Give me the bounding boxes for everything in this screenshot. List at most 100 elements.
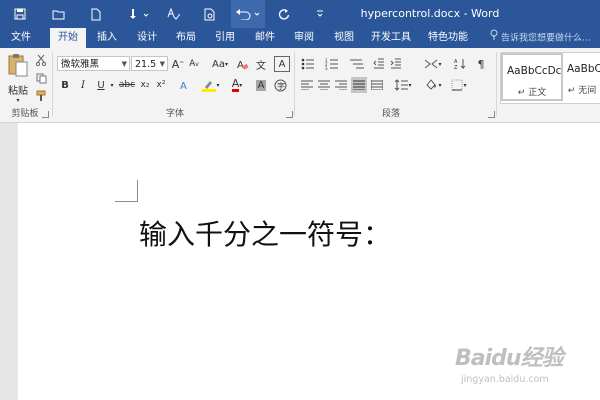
tab-special-features[interactable]: 特色功能 — [423, 28, 473, 48]
superscript-button[interactable]: x² — [154, 77, 168, 93]
chevron-down-icon: ▼ — [121, 60, 127, 68]
tell-me-placeholder: 告诉我您想要做什么... — [501, 33, 591, 44]
ribbon-tabs: 文件 开始 插入 设计 布局 引用 邮件 审阅 视图 开发工具 特色功能 告诉我… — [0, 28, 600, 48]
baidu-watermark: Baidu经验 jingyan.baidu.com — [455, 338, 595, 396]
shrink-font-button[interactable]: Av — [187, 56, 201, 72]
copy-icon[interactable] — [34, 70, 48, 86]
sort-icon[interactable]: AZ — [453, 56, 467, 72]
print-preview-icon[interactable] — [200, 0, 220, 28]
cut-icon[interactable] — [34, 52, 48, 68]
tell-me-box[interactable]: 告诉我您想要做什么... — [490, 28, 600, 48]
svg-text:Z: Z — [454, 65, 458, 70]
svg-text:3: 3 — [325, 66, 328, 70]
borders-icon[interactable]: ▾ — [448, 77, 470, 93]
chevron-down-icon: ▾ — [463, 81, 467, 89]
document-body-text[interactable]: 输入千分之一符号： — [139, 213, 391, 253]
bullets-icon[interactable] — [298, 56, 320, 72]
decrease-indent-icon[interactable] — [372, 56, 386, 72]
chevron-down-icon: ▾ — [239, 81, 243, 89]
margin-corner-mark — [115, 201, 138, 202]
chevron-down-icon: ▾ — [438, 81, 442, 89]
font-name-combo[interactable]: 微软雅黑 ▼ — [57, 56, 130, 71]
clipboard-launcher-icon[interactable] — [42, 111, 49, 118]
paste-label: 粘贴 — [8, 86, 28, 97]
enclosed-character-icon[interactable]: 字 — [272, 77, 288, 93]
tab-references[interactable]: 引用 — [208, 28, 242, 48]
tab-mailings[interactable]: 邮件 — [248, 28, 282, 48]
font-color-label: A — [231, 77, 240, 92]
tab-developer[interactable]: 开发工具 — [366, 28, 416, 48]
style-name: ↵ 无间 — [567, 86, 597, 96]
font-color-button[interactable]: A ▾ — [226, 77, 248, 93]
change-case-button[interactable]: Aa ▾ — [208, 56, 232, 72]
align-right-icon[interactable] — [334, 77, 348, 93]
tab-design[interactable]: 设计 — [130, 28, 164, 48]
show-formatting-marks-icon[interactable]: ¶ — [474, 56, 488, 72]
chevron-down-icon: ▾ — [216, 81, 220, 89]
chevron-down-icon: ▾ — [408, 81, 412, 89]
phonetic-guide-icon[interactable]: 文 — [254, 56, 268, 72]
increase-indent-icon[interactable] — [389, 56, 403, 72]
strikethrough-button[interactable]: abc — [118, 77, 136, 93]
style-no-spacing[interactable]: AaBbCc ↵ 无间 — [563, 53, 600, 101]
paste-button[interactable]: 粘贴 ▾ — [4, 52, 32, 104]
chevron-down-icon: ▼ — [159, 60, 165, 68]
distributed-icon[interactable] — [370, 77, 384, 93]
tab-home[interactable]: 开始 — [50, 28, 86, 48]
spelling-icon[interactable] — [163, 0, 183, 28]
align-center-icon[interactable] — [317, 77, 331, 93]
asian-layout-icon[interactable]: ▾ — [420, 56, 446, 72]
paragraph-launcher-icon[interactable] — [488, 111, 495, 118]
style-normal[interactable]: AaBbCcDc ↵ 正文 — [501, 53, 563, 101]
svg-text:文: 文 — [256, 59, 266, 70]
customize-qat-icon[interactable] — [312, 0, 328, 28]
justify-icon[interactable] — [351, 77, 367, 93]
numbering-icon[interactable]: 123 — [322, 56, 344, 72]
svg-text:A: A — [180, 81, 187, 91]
redo-icon[interactable] — [274, 0, 294, 28]
text-effects-icon[interactable]: A — [178, 77, 192, 93]
chevron-down-icon: ▾ — [438, 60, 442, 68]
subscript-button[interactable]: x₂ — [138, 77, 152, 93]
enclose-label: A — [278, 58, 286, 70]
font-size-combo[interactable]: 21.5 ▼ — [131, 56, 168, 71]
align-left-icon[interactable] — [300, 77, 314, 93]
margin-corner-mark — [137, 180, 138, 202]
underline-button[interactable]: U — [94, 77, 108, 93]
line-spacing-icon[interactable]: ▾ — [392, 77, 414, 93]
group-divider — [496, 52, 497, 116]
clear-formatting-icon[interactable]: A — [236, 56, 250, 72]
touch-mode-icon[interactable] — [125, 0, 153, 28]
tab-layout[interactable]: 布局 — [169, 28, 203, 48]
bold-button[interactable]: B — [58, 77, 72, 93]
styles-gallery: AaBbCcDc ↵ 正文 AaBbCc ↵ 无间 — [500, 52, 600, 104]
style-preview: AaBbCc — [567, 63, 600, 75]
paragraph-shading-icon[interactable]: ▾ — [422, 77, 444, 93]
format-painter-icon[interactable] — [34, 88, 48, 104]
tab-review[interactable]: 审阅 — [287, 28, 321, 48]
undo-icon[interactable] — [231, 0, 265, 28]
underline-dropdown-icon[interactable]: ▾ — [108, 77, 116, 93]
open-folder-icon[interactable] — [48, 0, 68, 28]
group-divider — [294, 52, 295, 116]
multilevel-list-icon[interactable] — [346, 56, 368, 72]
paragraph-group-label: 段落 — [381, 109, 400, 119]
italic-button[interactable]: I — [76, 77, 90, 93]
shading-label: A — [255, 79, 267, 91]
highlight-color-button[interactable]: ▾ — [200, 77, 222, 93]
font-launcher-icon[interactable] — [286, 111, 293, 118]
group-divider — [52, 52, 53, 116]
tab-view[interactable]: 视图 — [327, 28, 361, 48]
lightbulb-icon — [490, 28, 498, 48]
title-bar: hypercontrol.docx - Word — [0, 0, 600, 28]
character-shading-button[interactable]: A — [253, 77, 269, 93]
font-name-value: 微软雅黑 — [61, 59, 100, 70]
new-document-icon[interactable] — [86, 0, 106, 28]
save-icon[interactable] — [10, 0, 30, 28]
enclose-characters-icon[interactable]: A — [274, 56, 290, 72]
tab-file[interactable]: 文件 — [4, 28, 38, 48]
tab-insert[interactable]: 插入 — [90, 28, 124, 48]
font-size-value: 21.5 — [135, 59, 157, 70]
document-title: hypercontrol.docx - Word — [360, 7, 500, 20]
grow-font-button[interactable]: A ^ — [171, 56, 185, 72]
